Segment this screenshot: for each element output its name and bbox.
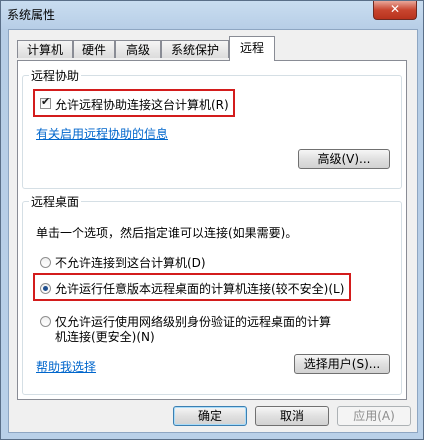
tab-remote[interactable]: 远程 bbox=[229, 36, 275, 61]
apply-button[interactable]: 应用(A) bbox=[337, 406, 411, 426]
remote-desktop-instruction: 单击一个选项，然后指定谁可以连接(如果需要)。 bbox=[36, 226, 298, 240]
option-disallow-label[interactable]: 不允许连接到这台计算机(D) bbox=[55, 254, 206, 271]
tab-advanced[interactable]: 高级 bbox=[115, 40, 161, 58]
remote-desktop-group-title: 远程桌面 bbox=[31, 195, 80, 209]
remote-assistance-group-title: 远程协助 bbox=[31, 69, 80, 83]
close-button[interactable]: ✕ bbox=[373, 1, 417, 20]
remote-tab-panel: 远程协助 允许远程协助连接这台计算机(R) 有关启用远程协助的信息 高级(V).… bbox=[17, 60, 407, 400]
help-me-choose-link[interactable]: 帮助我选择 bbox=[36, 358, 96, 375]
tab-hardware[interactable]: 硬件 bbox=[73, 40, 115, 58]
window-title: 系统属性 bbox=[7, 8, 56, 22]
option-nla-label-line2[interactable]: 机连接(更安全)(N) bbox=[55, 328, 155, 345]
tab-computer-name[interactable]: 计算机名 bbox=[17, 40, 73, 75]
radio-allow-nla-only[interactable] bbox=[40, 316, 51, 327]
ok-button[interactable]: 确定 bbox=[173, 406, 247, 426]
radio-disallow-connections[interactable] bbox=[40, 257, 51, 268]
advanced-button[interactable]: 高级(V)... bbox=[298, 149, 390, 169]
select-users-button[interactable]: 选择用户(S)... bbox=[294, 354, 390, 374]
highlight-box-assistance bbox=[33, 89, 235, 117]
system-properties-window: 系统属性 ✕ 计算机名 硬件 高级 系统保护 远程 远程协助 允许远程协助连接这… bbox=[0, 0, 424, 440]
cancel-button[interactable]: 取消 bbox=[255, 406, 329, 426]
highlight-box-desktop bbox=[33, 273, 351, 301]
remote-assistance-info-link[interactable]: 有关启用远程协助的信息 bbox=[36, 125, 168, 142]
dialog-client-area: 计算机名 硬件 高级 系统保护 远程 远程协助 允许远程协助连接这台计算机(R)… bbox=[8, 29, 418, 433]
tab-system-protection[interactable]: 系统保护 bbox=[161, 40, 229, 58]
